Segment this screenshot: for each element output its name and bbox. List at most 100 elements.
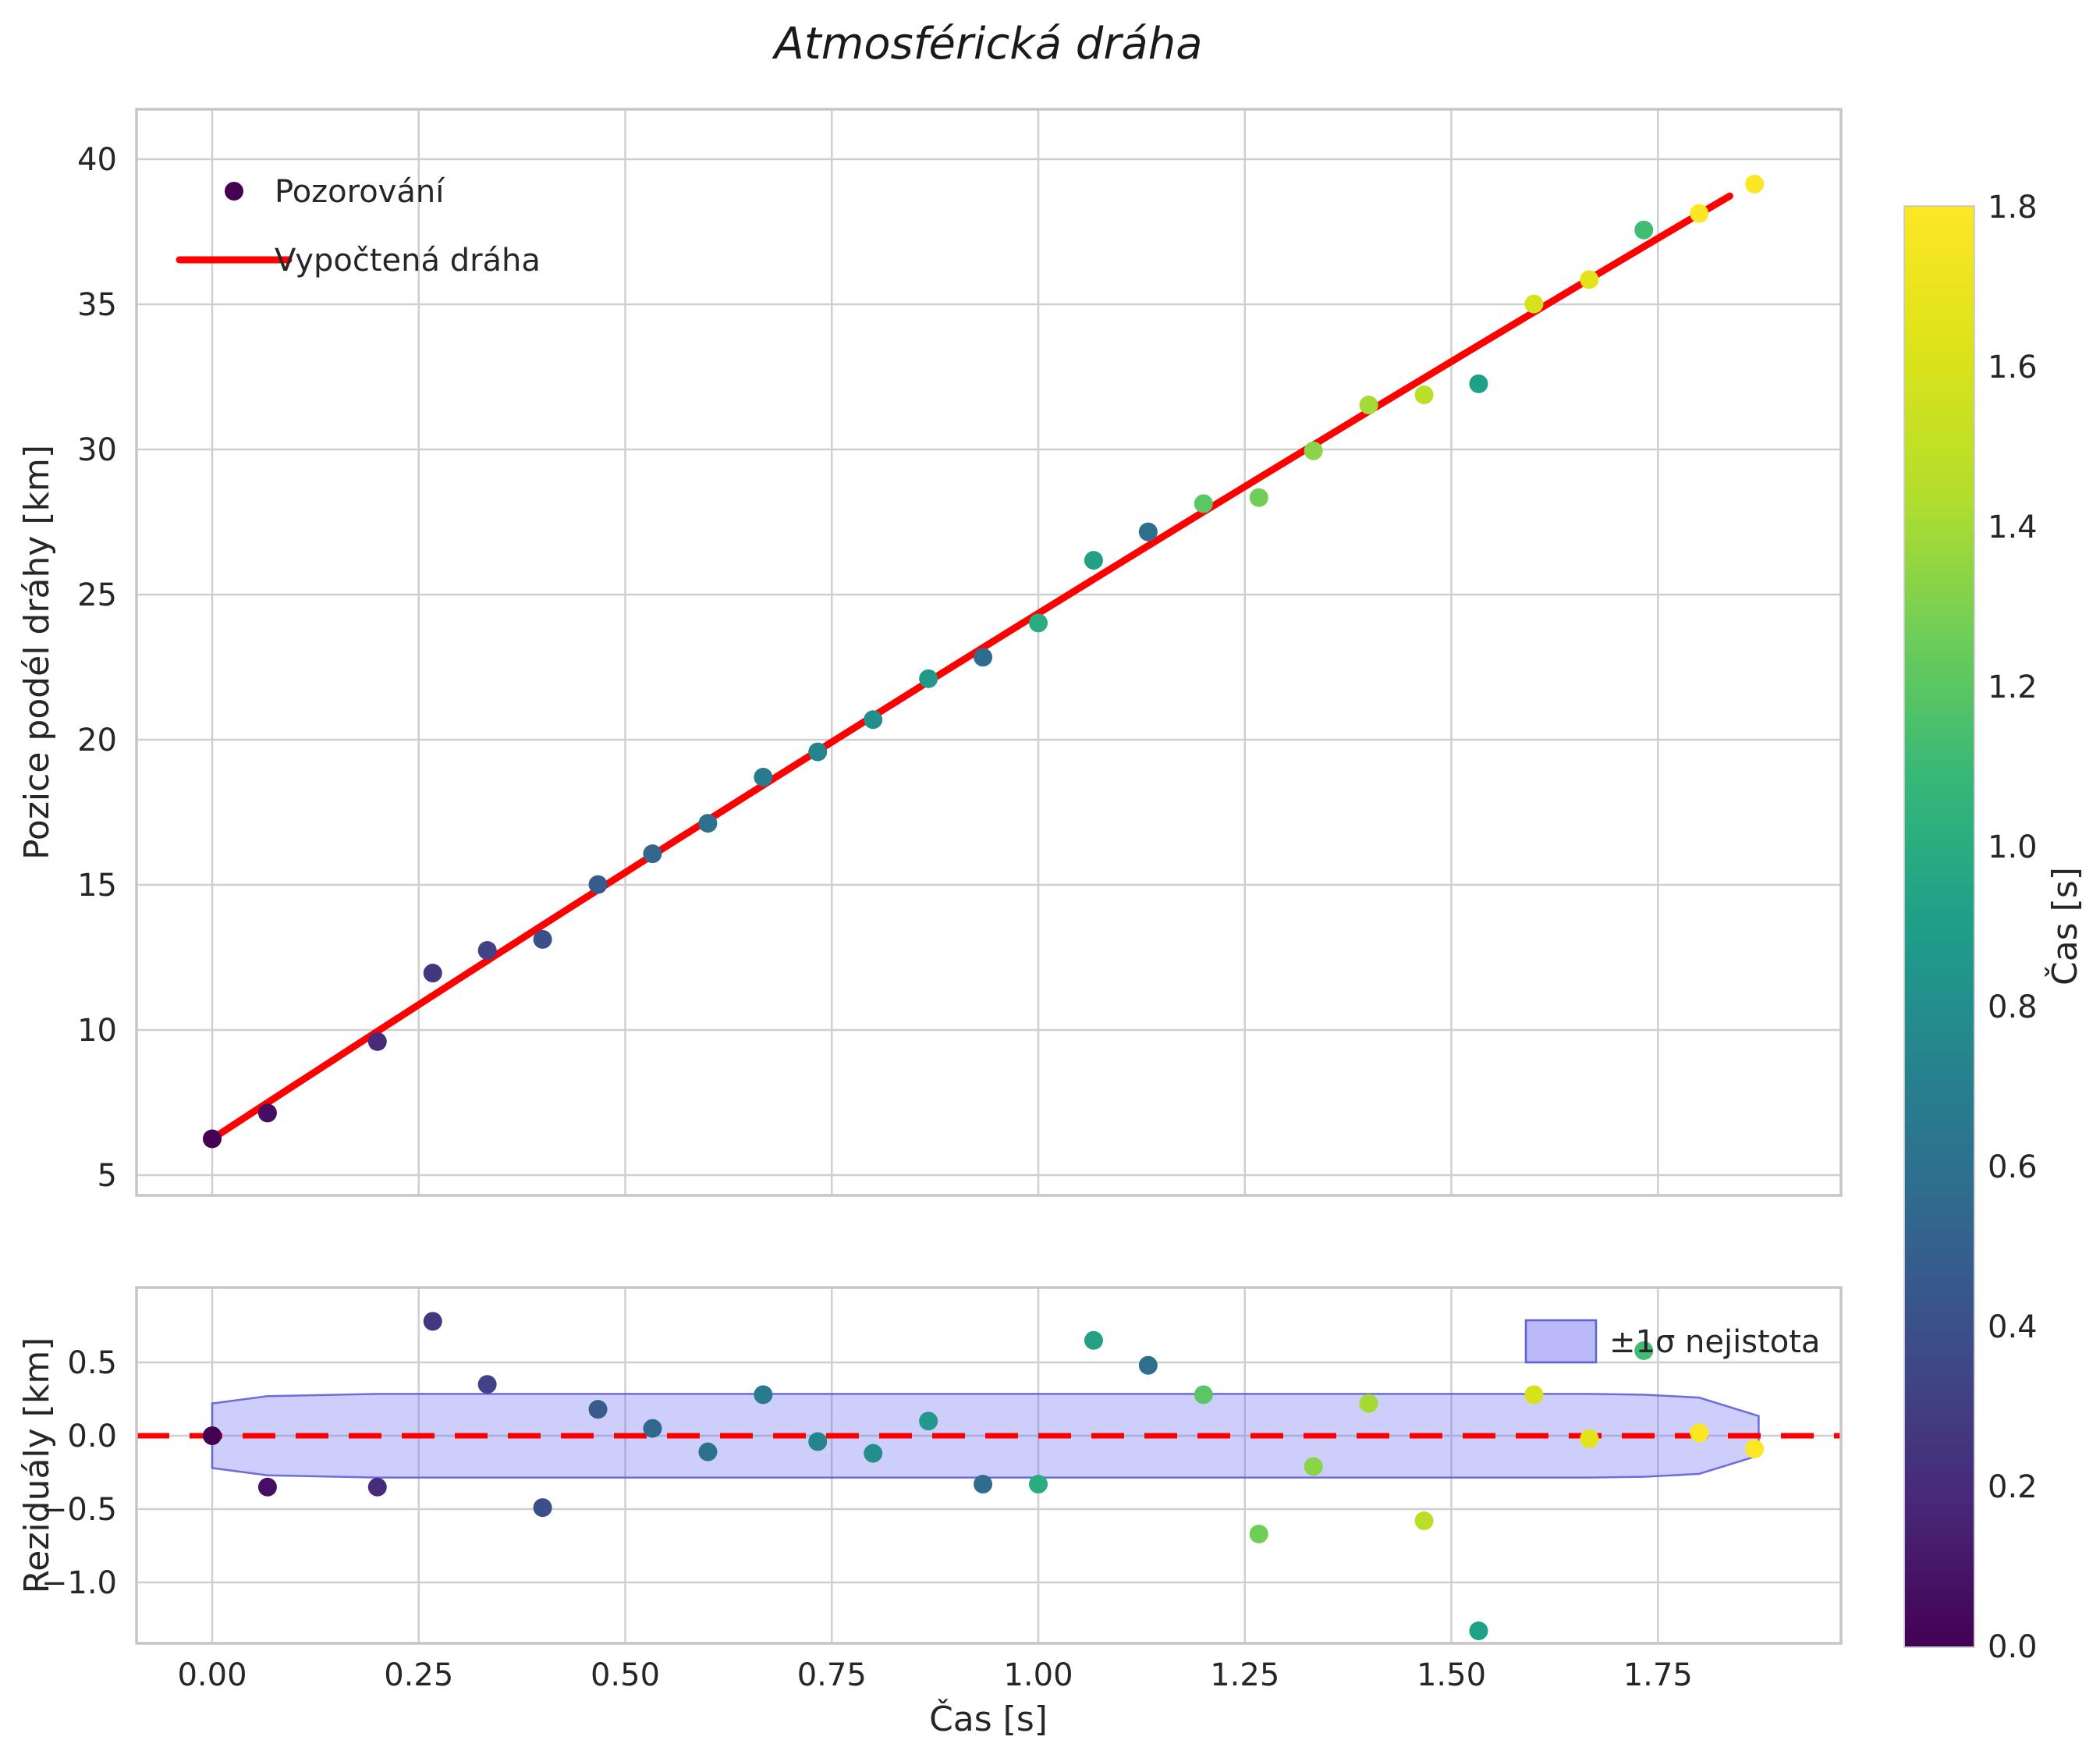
observation-point: [1580, 270, 1599, 289]
residual-point: [808, 1432, 828, 1451]
legend-fitted-label: Vypočtená dráha: [275, 243, 541, 279]
main-y-tick-label: 20: [77, 723, 117, 758]
residual-point: [1414, 1511, 1434, 1531]
legend-observations-label: Pozorování: [275, 174, 445, 210]
observation-point: [533, 929, 552, 949]
observation-point: [203, 1129, 222, 1149]
observation-point: [919, 669, 938, 688]
residual-point: [974, 1475, 993, 1494]
residual-point: [1690, 1423, 1709, 1443]
x-tick-label: 1.75: [1623, 1657, 1693, 1693]
observation-point: [698, 814, 718, 833]
observation-point: [257, 1103, 277, 1123]
residual-point: [423, 1312, 442, 1331]
residual-point: [477, 1375, 497, 1394]
legend-band-label: ±1σ nejistota: [1609, 1324, 1820, 1360]
residual-point: [643, 1419, 662, 1438]
colorbar-tick-label: 0.8: [1988, 989, 2038, 1025]
observation-point: [1249, 488, 1268, 507]
colorbar-tick-label: 0.0: [1988, 1629, 2038, 1665]
main-y-tick-label: 10: [77, 1013, 117, 1049]
observation-point: [974, 648, 993, 667]
observation-point: [1084, 551, 1103, 570]
fit-line: [208, 192, 1733, 1142]
figure: 5 10 15 20 25 30 35 40 0.5 0.0 −0.5 −1.0 0.00 0.25 0.5…: [0, 0, 2100, 1758]
residual-point: [533, 1498, 552, 1518]
main-y-axis-label: Pozice podél dráhy [km]: [17, 445, 57, 860]
residual-point: [1304, 1457, 1323, 1476]
residual-point: [754, 1385, 773, 1405]
residual-point: [1194, 1385, 1213, 1405]
observation-point: [1414, 385, 1434, 405]
residual-point: [203, 1426, 222, 1445]
x-tick-label: 0.75: [797, 1657, 867, 1693]
observation-point: [1469, 374, 1488, 393]
x-tick-label: 0.25: [384, 1657, 453, 1693]
colorbar-tick-label: 1.4: [1988, 510, 2038, 545]
observation-point: [423, 964, 442, 983]
colorbar-tick-label: 1.6: [1988, 350, 2038, 385]
colorbar-tick-label: 0.6: [1988, 1149, 2038, 1185]
colorbar-label: Čas [s]: [2044, 867, 2085, 986]
residual-point: [367, 1477, 387, 1497]
legend-shapes-layer: [176, 182, 1598, 1364]
legend-observation-marker: [225, 182, 243, 201]
residual-y-tick-label: 0.5: [67, 1345, 117, 1381]
colorbar-tick-label: 0.4: [1988, 1309, 2038, 1345]
observation-point: [1304, 441, 1323, 460]
chart-svg: 5101520253035400.50.0−0.5−1.00.00 0.25 0.5…: [17, 19, 2085, 1739]
observation-point: [1138, 522, 1158, 542]
observation-point: [1029, 613, 1048, 633]
residual-point: [1138, 1355, 1158, 1375]
figure-title: Atmosférická dráha: [772, 19, 1202, 69]
colorbar-tick-label: 1.2: [1988, 669, 2038, 705]
observation-point: [1194, 494, 1213, 513]
x-tick-label: 1.00: [1003, 1657, 1073, 1693]
observation-point: [588, 875, 608, 894]
observation-point: [754, 767, 773, 787]
x-tick-label: 0.00: [177, 1657, 247, 1693]
colorbar-gradient: [1905, 207, 1974, 1646]
observation-point: [1745, 174, 1765, 194]
observation-point: [1359, 396, 1378, 415]
residual-point: [1524, 1385, 1544, 1405]
colorbar-tick-label: 1.8: [1988, 190, 2038, 226]
residual-point: [698, 1442, 718, 1461]
observation-point: [643, 844, 662, 864]
x-axis-label: Čas [s]: [929, 1698, 1048, 1739]
residual-y-tick-label: 0.0: [67, 1419, 117, 1454]
residual-point: [1469, 1621, 1488, 1641]
main-y-tick-label: 30: [77, 432, 117, 468]
main-y-tick-label: 40: [77, 142, 117, 178]
main-y-tick-label: 15: [77, 868, 117, 904]
observation-point: [864, 710, 883, 730]
residual-point: [1359, 1394, 1378, 1413]
observation-point: [1634, 220, 1654, 240]
residual-point: [1084, 1330, 1103, 1350]
x-tick-label: 0.50: [591, 1657, 660, 1693]
observation-point: [808, 742, 828, 762]
x-tick-label: 1.25: [1210, 1657, 1279, 1693]
legend-band-swatch: [1524, 1319, 1598, 1364]
residual-point: [1745, 1439, 1765, 1458]
residual-point: [919, 1412, 938, 1431]
residual-point: [257, 1477, 277, 1497]
main-y-tick-label: 35: [77, 287, 117, 323]
observation-point: [367, 1032, 387, 1051]
colorbar-layer: [1905, 207, 1974, 1646]
main-y-tick-label: 5: [98, 1158, 117, 1194]
colorbar-tick-label: 0.2: [1988, 1469, 2038, 1505]
residual-point: [1029, 1475, 1048, 1494]
observation-point: [477, 941, 497, 961]
residual-point: [588, 1400, 608, 1419]
residual-point: [864, 1444, 883, 1463]
residual-y-axis-label: Reziduály [km]: [17, 1337, 57, 1594]
colorbar-tick-label: 1.0: [1988, 829, 2038, 865]
residual-point: [1249, 1524, 1268, 1543]
x-tick-label: 1.50: [1417, 1657, 1486, 1693]
residual-point: [1580, 1429, 1599, 1448]
fit-line-layer: [137, 192, 1841, 1439]
main-y-tick-label: 25: [77, 577, 117, 613]
observation-point: [1524, 294, 1544, 314]
observation-point: [1690, 204, 1709, 223]
